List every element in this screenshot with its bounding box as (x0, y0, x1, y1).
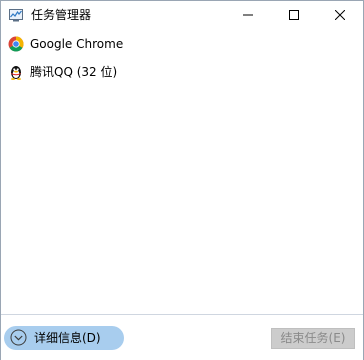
close-icon (335, 10, 345, 20)
close-button[interactable] (317, 1, 363, 29)
end-task-button[interactable]: 结束任务(E) (271, 328, 355, 349)
task-manager-window: 任务管理器 Google Chrome 腾讯QQ (32 位) 详细信息(D) … (0, 0, 364, 360)
more-details-label: 详细信息(D) (34, 331, 101, 345)
footer-bar: 详细信息(D) 结束任务(E) (1, 314, 363, 360)
minimize-icon (243, 14, 253, 16)
list-item-qq[interactable]: 腾讯QQ (32 位) (1, 58, 363, 86)
chrome-icon (8, 36, 24, 52)
app-label: Google Chrome (30, 37, 124, 51)
app-label: 腾讯QQ (32 位) (30, 65, 118, 79)
title-bar[interactable]: 任务管理器 (1, 1, 363, 29)
maximize-icon (289, 10, 299, 20)
task-manager-icon (9, 9, 23, 22)
list-item-chrome[interactable]: Google Chrome (1, 30, 363, 58)
window-title: 任务管理器 (31, 8, 92, 22)
maximize-button[interactable] (271, 1, 317, 29)
minimize-button[interactable] (225, 1, 271, 29)
more-details-button[interactable]: 详细信息(D) (4, 326, 124, 350)
chevron-down-circle-icon (10, 329, 27, 346)
app-list: Google Chrome 腾讯QQ (32 位) (1, 30, 363, 86)
qq-penguin-icon (11, 66, 21, 80)
